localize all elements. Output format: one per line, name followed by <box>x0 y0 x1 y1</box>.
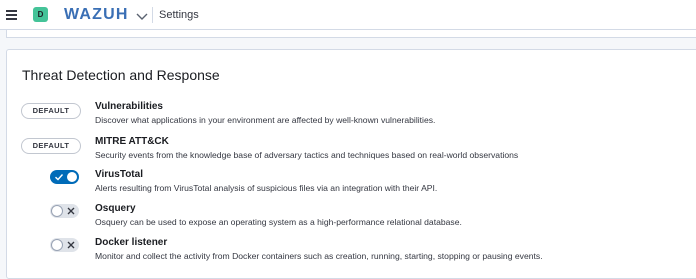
wazuh-logo[interactable]: WAZUH <box>64 6 129 24</box>
check-icon <box>55 174 64 181</box>
cross-icon <box>67 207 75 215</box>
module-description: Discover what applications in your envir… <box>95 115 436 125</box>
module-title: Docker listener <box>95 237 168 248</box>
breadcrumb-settings[interactable]: Settings <box>159 9 199 22</box>
previous-panel-edge <box>6 30 696 38</box>
module-description: Alerts resulting from VirusTotal analysi… <box>95 183 438 193</box>
top-header-bar: D WAZUH Settings <box>0 0 696 30</box>
hamburger-icon[interactable] <box>6 10 17 20</box>
toggle-knob <box>51 239 63 251</box>
default-button[interactable]: DEFAULT <box>21 103 81 119</box>
osquery-toggle[interactable] <box>50 204 79 218</box>
module-row-vulnerabilities: DEFAULT Vulnerabilities Discover what ap… <box>7 100 687 130</box>
module-title: Osquery <box>95 203 136 214</box>
chevron-down-icon[interactable] <box>135 9 149 21</box>
module-title: MITRE ATT&CK <box>95 136 169 147</box>
docker-listener-toggle[interactable] <box>50 238 79 252</box>
module-title: Vulnerabilities <box>95 101 163 112</box>
default-button[interactable]: DEFAULT <box>21 138 81 154</box>
module-row-mitre-attack: DEFAULT MITRE ATT&CK Security events fro… <box>7 135 687 165</box>
module-row-osquery: Osquery Osquery can be used to expose an… <box>7 202 687 232</box>
module-description: Monitor and collect the activity from Do… <box>95 251 543 261</box>
module-row-docker-listener: Docker listener Monitor and collect the … <box>7 236 687 266</box>
cross-icon <box>67 241 75 249</box>
module-title: VirusTotal <box>95 169 143 180</box>
module-row-virustotal: VirusTotal Alerts resulting from VirusTo… <box>7 168 687 198</box>
toggle-knob <box>51 205 63 217</box>
section-title: Threat Detection and Response <box>22 67 220 83</box>
virustotal-toggle[interactable] <box>50 170 79 184</box>
threat-detection-panel: Threat Detection and Response DEFAULT Vu… <box>6 49 696 279</box>
toggle-knob <box>66 171 78 183</box>
space-avatar[interactable]: D <box>33 7 48 22</box>
module-description: Osquery can be used to expose an operati… <box>95 217 462 227</box>
module-description: Security events from the knowledge base … <box>95 150 519 160</box>
header-divider <box>152 7 153 23</box>
